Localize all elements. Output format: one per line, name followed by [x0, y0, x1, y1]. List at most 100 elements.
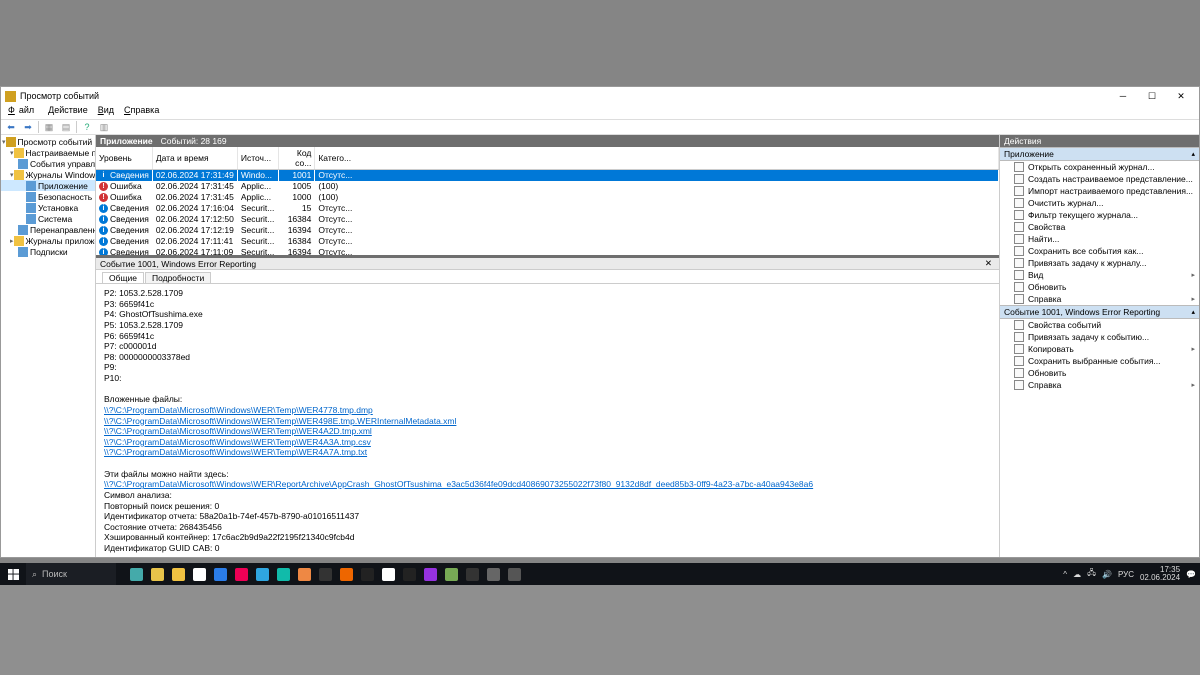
taskbar-app-0[interactable] — [126, 564, 146, 584]
event-row[interactable]: iСведения02.06.2024 17:11:09Securit...16… — [96, 247, 999, 256]
toolbar-action-1[interactable]: ▦ — [42, 120, 56, 134]
tray-clock[interactable]: 17:3502.06.2024 — [1140, 566, 1180, 582]
action-item[interactable]: Привязать задачу к событию... — [1000, 331, 1199, 343]
tab-details[interactable]: Подробности — [145, 272, 211, 283]
close-button[interactable]: ✕ — [1167, 89, 1195, 103]
action-item[interactable]: Фильтр текущего журнала... — [1000, 209, 1199, 221]
event-row[interactable]: !Ошибка02.06.2024 17:31:45Applic...1000(… — [96, 192, 999, 203]
taskbar-app-1[interactable] — [147, 564, 167, 584]
taskbar-app-3[interactable] — [189, 564, 209, 584]
action-item[interactable]: Обновить — [1000, 281, 1199, 293]
taskbar-app-9[interactable] — [315, 564, 335, 584]
taskbar-app-15[interactable] — [441, 564, 461, 584]
action-item[interactable]: Открыть сохраненный журнал... — [1000, 161, 1199, 173]
tray-network-icon[interactable]: 🖧 — [1087, 567, 1096, 581]
start-button[interactable] — [0, 563, 26, 585]
action-item[interactable]: Привязать задачу к журналу... — [1000, 257, 1199, 269]
menu-action[interactable]: Действие — [44, 105, 92, 119]
menu-view[interactable]: Вид — [94, 105, 118, 119]
taskbar-app-13[interactable] — [399, 564, 419, 584]
event-row[interactable]: !Ошибка02.06.2024 17:31:45Applic...1005(… — [96, 181, 999, 192]
action-item[interactable]: Справка▸ — [1000, 293, 1199, 305]
attached-file-link[interactable]: \\?\C:\ProgramData\Microsoft\Windows\WER… — [104, 447, 367, 457]
detail-close-icon[interactable]: ✕ — [982, 258, 995, 269]
tree-application[interactable]: Приложение — [1, 180, 95, 191]
col-category[interactable]: Катего... — [315, 147, 999, 170]
tree-setup[interactable]: Установка — [1, 202, 95, 213]
tree-custom-views[interactable]: ▾Настраиваемые представл — [1, 147, 95, 158]
taskbar-app-7[interactable] — [273, 564, 293, 584]
action-item[interactable]: Обновить — [1000, 367, 1199, 379]
action-item[interactable]: Сохранить выбранные события... — [1000, 355, 1199, 367]
col-source[interactable]: Источ... — [237, 147, 279, 170]
system-tray[interactable]: ^ ☁ 🖧 🔊 РУС 17:3502.06.2024 💬 — [1063, 566, 1200, 582]
fallback-above — [0, 0, 1200, 86]
event-row[interactable]: iСведения02.06.2024 17:16:04Securit...15… — [96, 203, 999, 214]
action-item[interactable]: Импорт настраиваемого представления... — [1000, 185, 1199, 197]
action-item[interactable]: Очистить журнал... — [1000, 197, 1199, 209]
taskbar-app-2[interactable] — [168, 564, 188, 584]
nav-back-button[interactable]: ⬅ — [4, 120, 18, 134]
maximize-button[interactable]: ☐ — [1138, 89, 1166, 103]
taskbar-app-4[interactable] — [210, 564, 230, 584]
tree-security[interactable]: Безопасность — [1, 191, 95, 202]
action-group: Событие 1001, Windows Error Reporting▴ — [1000, 305, 1199, 319]
action-item[interactable]: Справка▸ — [1000, 379, 1199, 391]
event-row[interactable]: iСведения02.06.2024 17:12:19Securit...16… — [96, 225, 999, 236]
action-item[interactable]: Вид▸ — [1000, 269, 1199, 281]
tray-chevron-icon[interactable]: ^ — [1063, 570, 1067, 579]
taskbar-app-6[interactable] — [252, 564, 272, 584]
tree-subs[interactable]: Подписки — [1, 246, 95, 257]
tray-notifications-icon[interactable]: 💬 — [1186, 570, 1196, 579]
action-item[interactable]: Сохранить все события как... — [1000, 245, 1199, 257]
tree-forwarded[interactable]: Перенаправленные соб — [1, 224, 95, 235]
taskbar-search[interactable]: ⌕ Поиск — [26, 563, 116, 585]
menu-help[interactable]: Справка — [120, 105, 163, 119]
event-row[interactable]: iСведения02.06.2024 17:11:41Securit...16… — [96, 236, 999, 247]
menu-file[interactable]: Файл — [4, 105, 42, 119]
archive-link[interactable]: \\?\C:\ProgramData\Microsoft\Windows\WER… — [104, 479, 813, 489]
toolbar-action-2[interactable]: ▤ — [59, 120, 73, 134]
event-row[interactable]: iСведения02.06.2024 17:12:50Securit...16… — [96, 214, 999, 225]
event-row[interactable]: iСведения02.06.2024 17:31:49Windo...1001… — [96, 170, 999, 181]
minimize-button[interactable]: ─ — [1109, 89, 1137, 103]
action-item[interactable]: Создать настраиваемое представление... — [1000, 173, 1199, 185]
tree-root[interactable]: ▾Просмотр событий (Локальн — [1, 136, 95, 147]
taskbar-app-16[interactable] — [462, 564, 482, 584]
search-icon: ⌕ — [32, 569, 37, 580]
tray-volume-icon[interactable]: 🔊 — [1102, 570, 1112, 579]
action-item[interactable]: Свойства событий — [1000, 319, 1199, 331]
action-item[interactable]: Найти... — [1000, 233, 1199, 245]
tab-general[interactable]: Общие — [102, 272, 144, 283]
taskbar-app-8[interactable] — [294, 564, 314, 584]
taskbar-app-11[interactable] — [357, 564, 377, 584]
attached-file-link[interactable]: \\?\C:\ProgramData\Microsoft\Windows\WER… — [104, 437, 371, 447]
action-item[interactable]: Свойства — [1000, 221, 1199, 233]
help-icon[interactable]: ? — [80, 120, 94, 134]
col-date[interactable]: Дата и время — [152, 147, 237, 170]
tray-lang[interactable]: РУС — [1118, 570, 1134, 579]
taskbar-app-12[interactable] — [378, 564, 398, 584]
action-item[interactable]: Копировать▸ — [1000, 343, 1199, 355]
tree-app-logs[interactable]: ▸Журналы приложений и сл — [1, 235, 95, 246]
detail-body[interactable]: P2: 1053.2.528.1709P3: 6659f41cP4: Ghost… — [96, 284, 999, 557]
taskbar[interactable]: ⌕ Поиск ^ ☁ 🖧 🔊 РУС 17:3502.06.2024 💬 — [0, 563, 1200, 585]
tray-cloud-icon[interactable]: ☁ — [1073, 570, 1081, 579]
tree-admin-events[interactable]: События управления — [1, 158, 95, 169]
tree-win-logs[interactable]: ▾Журналы Windows — [1, 169, 95, 180]
taskbar-app-17[interactable] — [483, 564, 503, 584]
attached-file-link[interactable]: \\?\C:\ProgramData\Microsoft\Windows\WER… — [104, 405, 373, 415]
taskbar-app-18[interactable] — [504, 564, 524, 584]
col-level[interactable]: Уровень — [96, 147, 152, 170]
tree-system[interactable]: Система — [1, 213, 95, 224]
attached-file-link[interactable]: \\?\C:\ProgramData\Microsoft\Windows\WER… — [104, 426, 372, 436]
taskbar-app-10[interactable] — [336, 564, 356, 584]
taskbar-app-14[interactable] — [420, 564, 440, 584]
attached-file-link[interactable]: \\?\C:\ProgramData\Microsoft\Windows\WER… — [104, 416, 456, 426]
taskbar-app-5[interactable] — [231, 564, 251, 584]
toolbar-action-3[interactable]: ▥ — [97, 120, 111, 134]
nav-forward-button[interactable]: ➡ — [21, 120, 35, 134]
event-grid[interactable]: Уровень Дата и время Источ... Код со... … — [96, 147, 999, 255]
col-code[interactable]: Код со... — [279, 147, 315, 170]
nav-tree[interactable]: ▾Просмотр событий (Локальн▾Настраиваемые… — [1, 135, 96, 557]
